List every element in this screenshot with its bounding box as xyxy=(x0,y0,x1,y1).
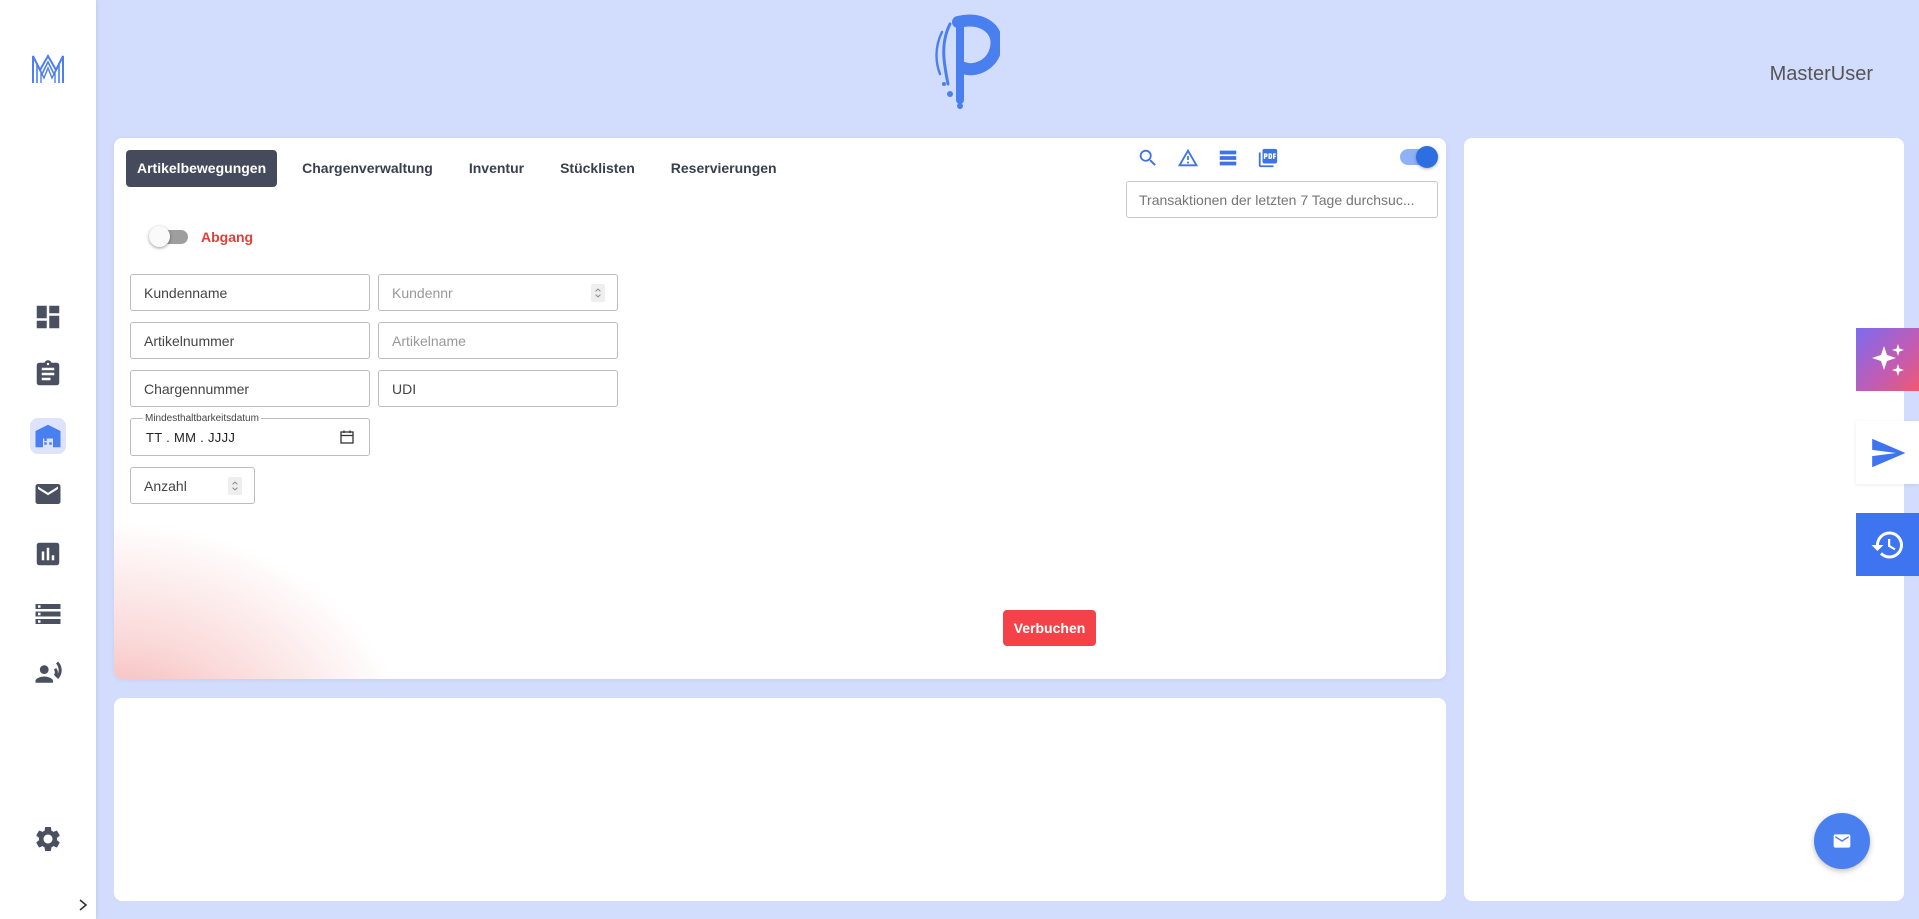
send-icon xyxy=(1871,438,1905,467)
search-icon[interactable] xyxy=(1136,146,1160,170)
anzahl-placeholder: Anzahl xyxy=(144,477,187,494)
anzahl-field[interactable]: Anzahl xyxy=(130,467,255,504)
mhd-label: Mindesthaltbarkeitsdatum xyxy=(143,413,261,424)
mail-fab-button[interactable] xyxy=(1814,813,1870,869)
sidebar-item-users[interactable] xyxy=(30,656,66,692)
sidebar-item-mail[interactable] xyxy=(30,476,66,512)
history-button[interactable] xyxy=(1856,513,1919,576)
chart-icon xyxy=(36,542,60,566)
toggle-knob xyxy=(149,226,170,247)
verbuchen-button[interactable]: Verbuchen xyxy=(1003,610,1096,646)
mhd-value: TT . MM . JJJJ xyxy=(146,430,236,445)
kundennr-placeholder: Kundennr xyxy=(392,284,453,301)
history-icon xyxy=(1871,531,1903,558)
chargennummer-field[interactable]: Chargennummer xyxy=(130,370,370,407)
brand-logo xyxy=(920,14,1003,110)
dashboard-icon xyxy=(36,305,60,329)
stepper-icon[interactable] xyxy=(228,477,242,495)
tab-bar: Artikelbewegungen Chargenverwaltung Inve… xyxy=(126,150,802,187)
user-name[interactable]: MasterUser xyxy=(1770,63,1873,86)
sidebar xyxy=(0,0,96,919)
transaction-search-input[interactable] xyxy=(1126,181,1438,218)
sidebar-item-warehouse[interactable] xyxy=(30,418,66,454)
stepper-icon[interactable] xyxy=(591,284,605,302)
abgang-toggle[interactable] xyxy=(149,226,188,247)
sidebar-item-dashboard[interactable] xyxy=(30,299,66,335)
toolbar xyxy=(1136,146,1280,170)
tab-inventur[interactable]: Inventur xyxy=(458,150,535,187)
gear-icon xyxy=(36,827,60,851)
app-logo[interactable] xyxy=(30,50,66,86)
artikelname-field[interactable]: Artikelname xyxy=(378,322,618,359)
warning-icon[interactable] xyxy=(1176,146,1200,170)
calendar-icon[interactable] xyxy=(339,429,355,445)
view-toggle[interactable] xyxy=(1400,146,1438,168)
kundennr-field[interactable]: Kundennr xyxy=(378,274,618,311)
mhd-date-field[interactable]: Mindesthaltbarkeitsdatum TT . MM . JJJJ xyxy=(130,413,370,456)
sidebar-item-tasks[interactable] xyxy=(30,356,66,392)
send-button[interactable] xyxy=(1856,421,1919,484)
sidebar-item-storage[interactable] xyxy=(30,596,66,632)
expand-sidebar-chevron-icon[interactable] xyxy=(76,898,90,912)
settings-button[interactable] xyxy=(30,821,66,857)
side-panel xyxy=(1464,138,1904,901)
sidebar-item-reports[interactable] xyxy=(30,536,66,572)
decorative-glow xyxy=(114,518,414,679)
main-card: Artikelbewegungen Chargenverwaltung Inve… xyxy=(114,138,1446,679)
clipboard-icon xyxy=(36,360,60,386)
ai-assistant-button[interactable] xyxy=(1856,328,1919,391)
list-icon[interactable] xyxy=(1216,146,1240,170)
bottom-panel xyxy=(114,698,1446,901)
toggle-knob xyxy=(1416,146,1438,168)
artikelnummer-field[interactable]: Artikelnummer xyxy=(130,322,370,359)
tab-stuecklisten[interactable]: Stücklisten xyxy=(549,150,646,187)
tab-chargenverwaltung[interactable]: Chargenverwaltung xyxy=(291,150,444,187)
people-icon xyxy=(35,661,62,683)
kundenname-field[interactable]: Kundenname xyxy=(130,274,370,311)
mail-icon xyxy=(1833,834,1851,848)
tab-artikelbewegungen[interactable]: Artikelbewegungen xyxy=(126,150,278,187)
mail-icon xyxy=(35,484,61,504)
list-icon xyxy=(35,604,61,624)
mode-label: Abgang xyxy=(201,229,254,245)
warehouse-icon xyxy=(35,424,61,448)
tab-reservierungen[interactable]: Reservierungen xyxy=(660,150,788,187)
sparkles-icon xyxy=(1871,343,1904,376)
udi-field[interactable]: UDI xyxy=(378,370,618,407)
pdf-icon[interactable] xyxy=(1256,146,1280,170)
